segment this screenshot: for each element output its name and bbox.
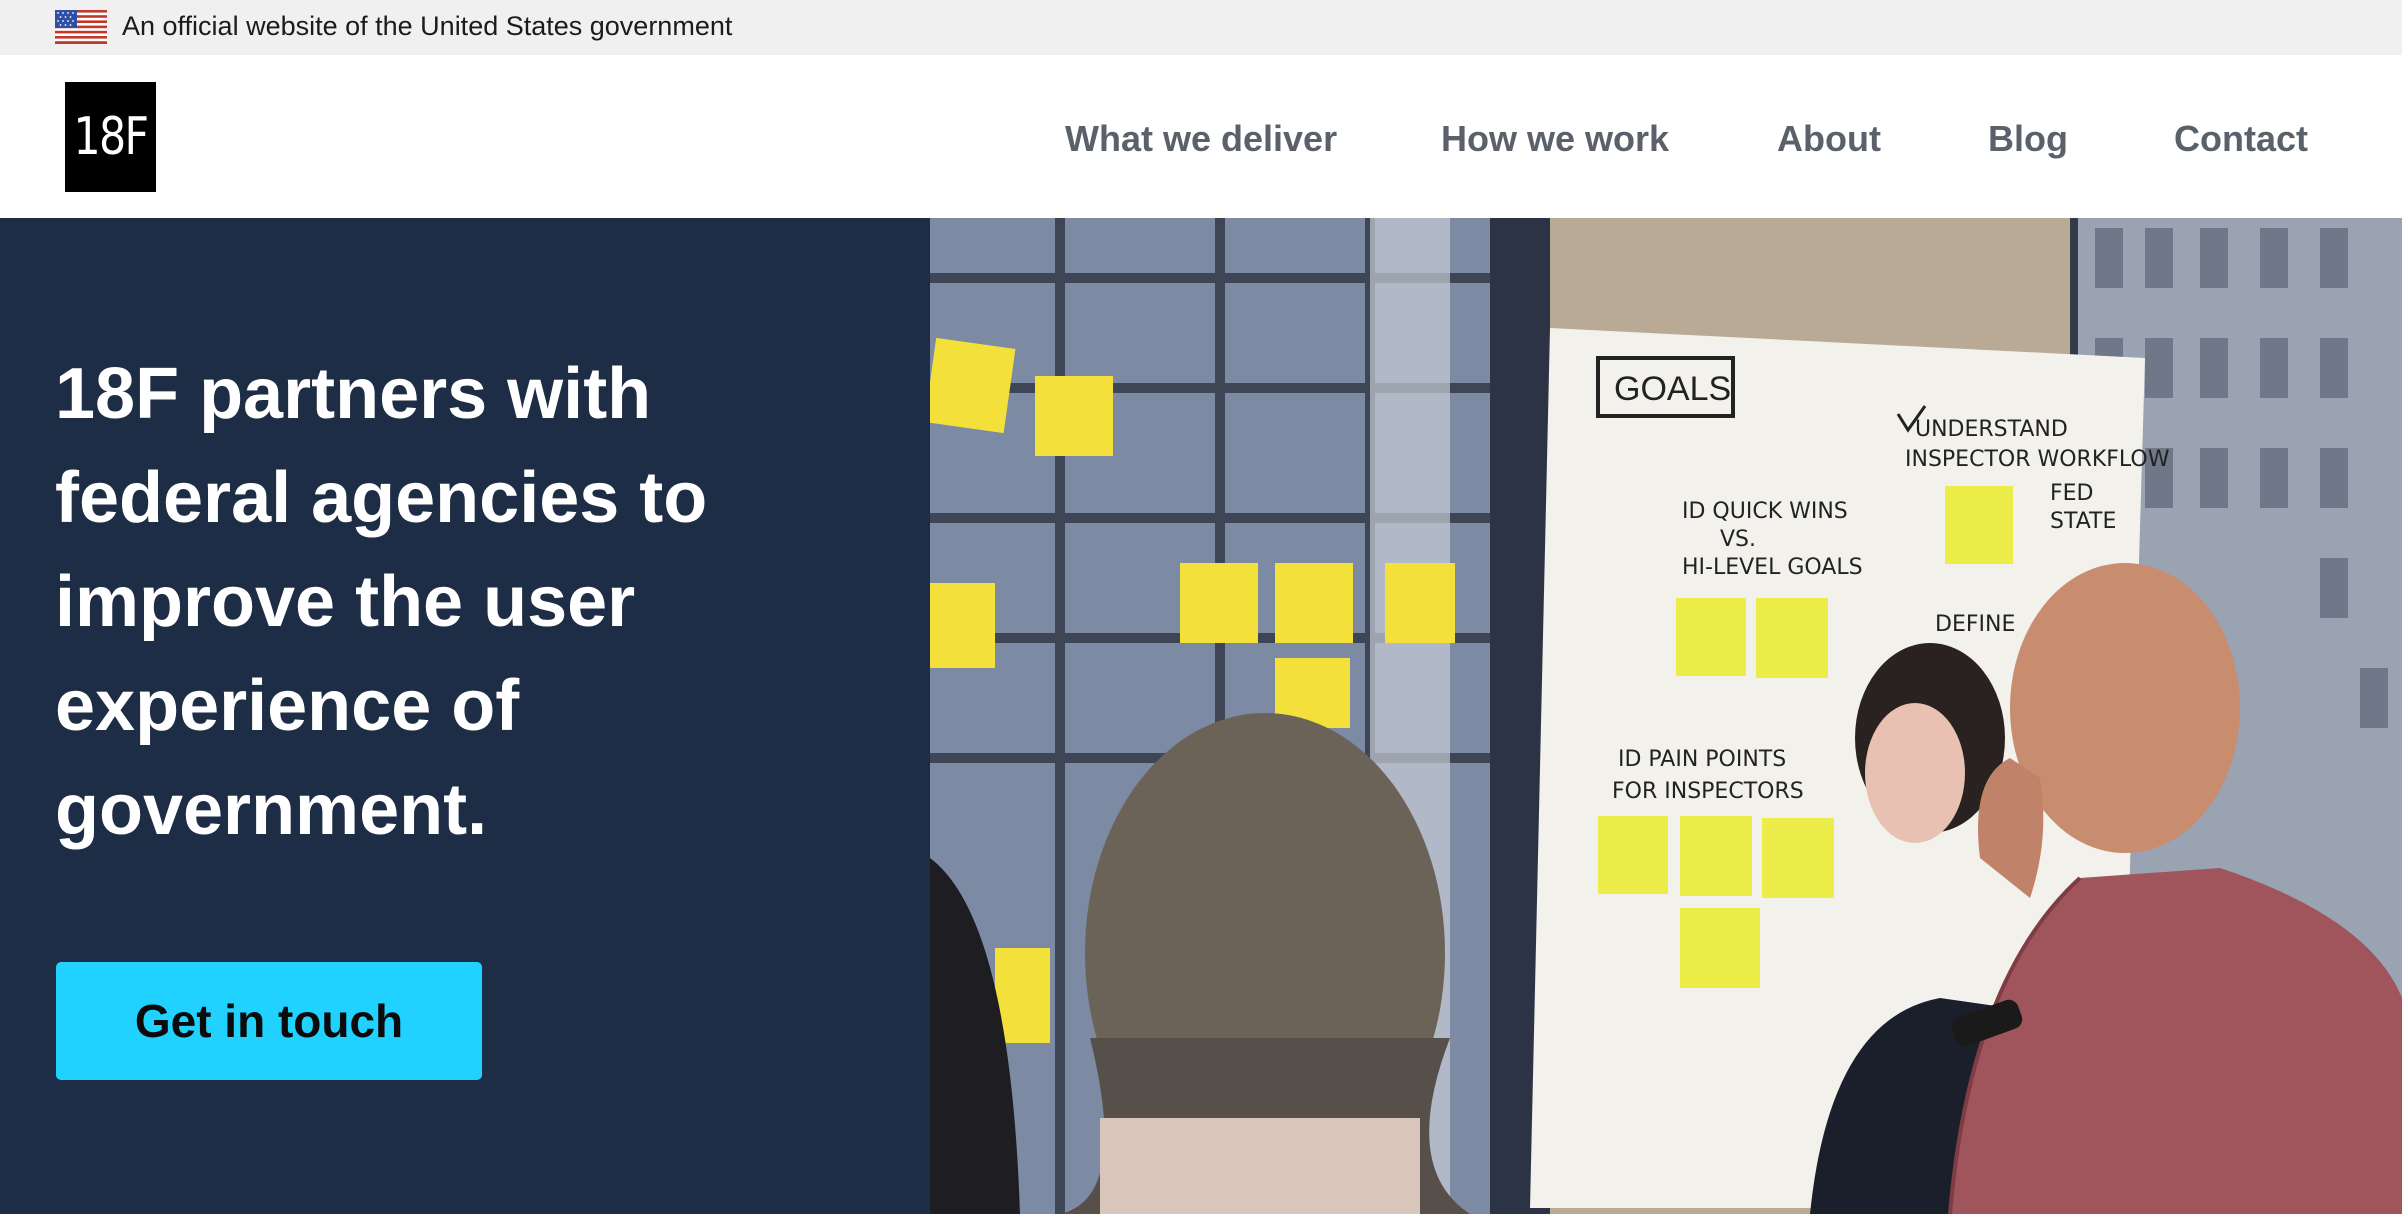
svg-text:ID PAIN POINTS: ID PAIN POINTS [1618, 747, 1786, 772]
nav-contact[interactable]: Contact [2174, 114, 2308, 164]
svg-text:DEFINE: DEFINE [1935, 612, 2015, 637]
svg-text:STATE: STATE [2050, 509, 2116, 534]
svg-text:UNDERSTAND: UNDERSTAND [1915, 417, 2068, 442]
site-header: 18F What we deliver How we work About Bl… [0, 55, 2402, 218]
hero-panel: 18F partners with federal agencies to im… [0, 218, 930, 1214]
svg-text:VS.: VS. [1720, 527, 1756, 552]
svg-text:FOR INSPECTORS: FOR INSPECTORS [1612, 779, 1804, 804]
nav-blog[interactable]: Blog [1988, 114, 2068, 164]
gov-banner: An official website of the United States… [0, 0, 2402, 55]
hero-headline: 18F partners with federal agencies to im… [55, 354, 708, 850]
svg-text:INSPECTOR WORKFLOW: INSPECTOR WORKFLOW [1905, 447, 2170, 472]
whiteboard-goals: GOALS [1614, 370, 1731, 408]
gov-banner-text: An official website of the United States… [122, 11, 733, 41]
team-workshop-photo: GOALS UNDERSTAND INSPECTOR WORKFLOW FED … [930, 218, 2402, 1214]
hero-photo: GOALS UNDERSTAND INSPECTOR WORKFLOW FED … [930, 218, 2402, 1214]
main-nav: What we deliver How we work About Blog C… [0, 114, 2402, 164]
nav-about[interactable]: About [1777, 114, 1881, 164]
svg-text:HI-LEVEL GOALS: HI-LEVEL GOALS [1682, 555, 1863, 580]
svg-text:FED: FED [2050, 481, 2094, 506]
get-in-touch-button[interactable]: Get in touch [56, 962, 482, 1080]
nav-what-we-deliver[interactable]: What we deliver [1065, 114, 1337, 164]
nav-how-we-work[interactable]: How we work [1441, 114, 1669, 164]
us-flag-icon [55, 10, 107, 44]
hero: 18F partners with federal agencies to im… [0, 218, 2402, 1214]
svg-text:ID QUICK WINS: ID QUICK WINS [1682, 499, 1848, 524]
